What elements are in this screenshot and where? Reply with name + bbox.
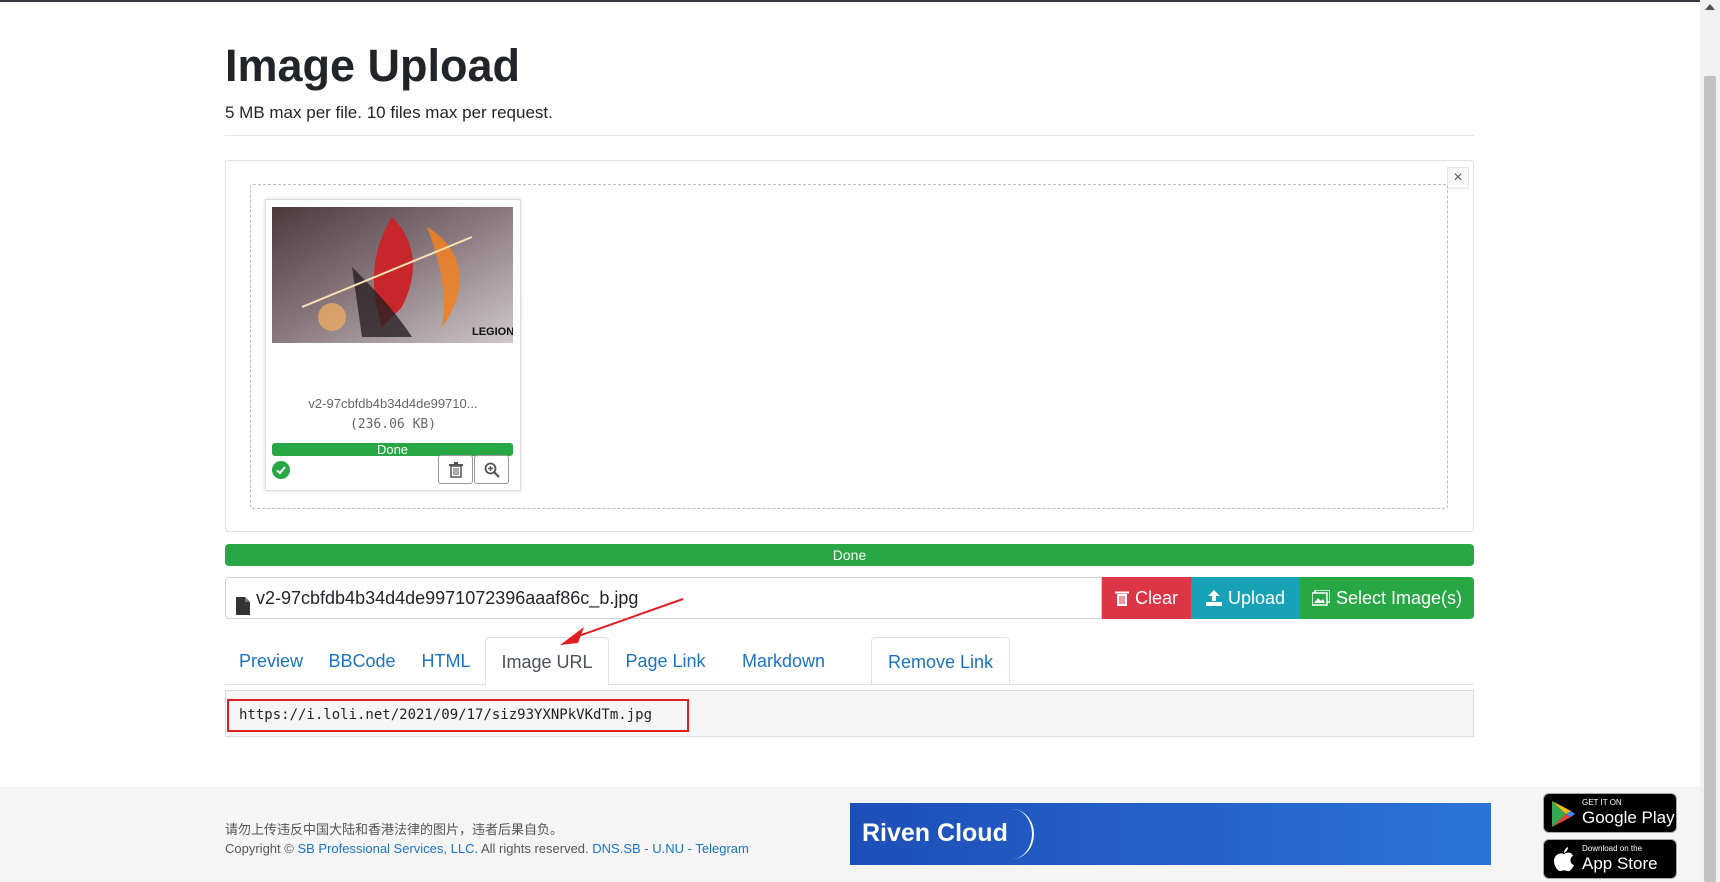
- zoom-file-button[interactable]: [474, 455, 509, 484]
- thumbnail-file-name: v2-97cbfdb4b34d4de99710...: [308, 396, 478, 411]
- scroll-up-arrow-icon[interactable]: [1705, 4, 1715, 10]
- app-store-small-text: Download on the: [1582, 844, 1643, 853]
- tab-bbcode[interactable]: BBCode: [317, 637, 407, 685]
- check-circle-icon: [272, 461, 290, 479]
- divider: [225, 135, 1474, 136]
- telegram-link[interactable]: Telegram: [695, 841, 748, 856]
- output-code-box[interactable]: https://i.loli.net/2021/09/17/siz93YXNPk…: [225, 690, 1474, 737]
- riven-arc-icon: [990, 809, 1034, 859]
- thumbnail-file-size: (236.06 KB): [349, 417, 437, 432]
- google-play-badge[interactable]: GET IT ON Google Play: [1543, 793, 1677, 833]
- drop-zone[interactable]: LEGION v2-97cbfdb4b34d4de99710... (236.0…: [250, 184, 1448, 509]
- upload-panel: × LEGION v2-97cbfdb4b34d4de99710... (236…: [225, 160, 1474, 532]
- annotation-arrow-icon: [560, 598, 684, 645]
- upload-progress-bar: Done: [225, 544, 1474, 566]
- select-images-button[interactable]: Select Image(s): [1300, 577, 1474, 619]
- page-title: Image Upload: [225, 40, 521, 91]
- close-icon[interactable]: ×: [1447, 167, 1469, 189]
- app-store-big-text: App Store: [1582, 854, 1658, 873]
- riven-cloud-logo: Riven Cloud: [862, 819, 1008, 847]
- apple-icon: [1554, 847, 1574, 872]
- footer-copyright: Copyright © SB Professional Services, LL…: [225, 841, 749, 856]
- upload-button-label: Upload: [1227, 588, 1286, 608]
- app-store-badge[interactable]: Download on the App Store: [1543, 839, 1677, 879]
- google-play-big-text: Google Play: [1582, 808, 1675, 827]
- tab-markdown[interactable]: Markdown: [722, 637, 845, 685]
- top-border: [0, 0, 1700, 2]
- delete-file-button[interactable]: [438, 455, 473, 484]
- select-images-button-label: Select Image(s): [1335, 588, 1463, 608]
- file-icon: [236, 589, 250, 629]
- page-subtitle: 5 MB max per file. 10 files max per requ…: [225, 103, 553, 122]
- clear-button-label: Clear: [1134, 588, 1178, 608]
- trash-icon: [448, 461, 463, 478]
- tab-remove-link[interactable]: Remove Link: [871, 637, 1010, 685]
- company-link[interactable]: SB Professional Services, LLC.: [297, 841, 478, 856]
- tab-preview[interactable]: Preview: [225, 637, 317, 685]
- file-input-group: v2-97cbfdb4b34d4de9971072396aaaf86c_b.jp…: [225, 577, 1474, 619]
- output-tabs: Preview BBCode HTML Image URL Page Link …: [225, 637, 1474, 686]
- scroll-thumb[interactable]: [1704, 76, 1716, 882]
- footer: 请勿上传违反中国大陆和香港法律的图片，违者后果自负。 Copyright © S…: [0, 787, 1700, 882]
- dns-sb-link[interactable]: DNS.SB: [592, 841, 640, 856]
- copyright-prefix: Copyright ©: [225, 841, 294, 856]
- google-play-icon: [1552, 801, 1575, 827]
- tab-html[interactable]: HTML: [407, 637, 485, 685]
- clear-button[interactable]: Clear: [1102, 577, 1191, 619]
- zoom-in-icon: [484, 462, 500, 478]
- images-icon: [1311, 590, 1330, 606]
- riven-cloud-banner[interactable]: Riven Cloud: [850, 803, 1491, 865]
- trash-icon: [1114, 591, 1129, 606]
- u-nu-link[interactable]: U.NU: [652, 841, 684, 856]
- footer-notice: 请勿上传违反中国大陆和香港法律的图片，违者后果自负。: [225, 822, 564, 837]
- link-separator: -: [684, 841, 696, 856]
- thumbnail-image: LEGION: [272, 207, 513, 343]
- link-separator: -: [640, 841, 653, 856]
- thumbnail-watermark: LEGION: [472, 326, 513, 338]
- image-url-text[interactable]: https://i.loli.net/2021/09/17/siz93YXNPk…: [227, 699, 689, 732]
- google-play-small-text: GET IT ON: [1582, 798, 1622, 807]
- file-preview-card: LEGION v2-97cbfdb4b34d4de99710... (236.0…: [265, 199, 521, 491]
- upload-icon: [1205, 590, 1222, 606]
- vertical-scrollbar[interactable]: [1700, 0, 1720, 882]
- upload-button[interactable]: Upload: [1191, 577, 1300, 619]
- rights-text: All rights reserved.: [481, 841, 589, 856]
